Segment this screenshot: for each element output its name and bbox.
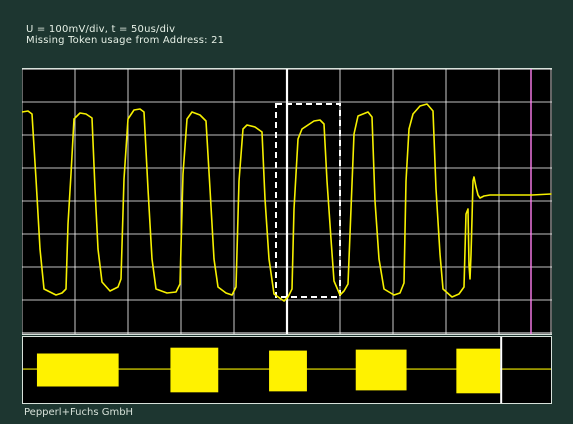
- brand-label: Pepperl+Fuchs GmbH: [24, 407, 134, 418]
- measurement-settings-label: U = 100mV/div, t = 50us/div: [26, 24, 176, 35]
- burst-activity-svg: [23, 337, 551, 403]
- burst-activity-scope: [22, 336, 552, 404]
- burst-block-3: [269, 350, 307, 392]
- burst-block-2: [170, 347, 219, 393]
- oscilloscope-screen: U = 100mV/div, t = 50us/div Missing Toke…: [0, 0, 573, 424]
- selection-box[interactable]: [275, 103, 341, 298]
- footer: Pepperl+Fuchs GmbH: [24, 407, 133, 418]
- main-waveform-svg: [22, 69, 552, 334]
- burst-block-1: [36, 353, 119, 387]
- burst-block-5: [456, 348, 501, 394]
- burst-block-4: [355, 349, 407, 391]
- main-waveform-scope: [22, 68, 552, 335]
- header: U = 100mV/div, t = 50us/div Missing Toke…: [26, 24, 224, 46]
- missing-token-address-label: Missing Token usage from Address: 21: [26, 35, 225, 46]
